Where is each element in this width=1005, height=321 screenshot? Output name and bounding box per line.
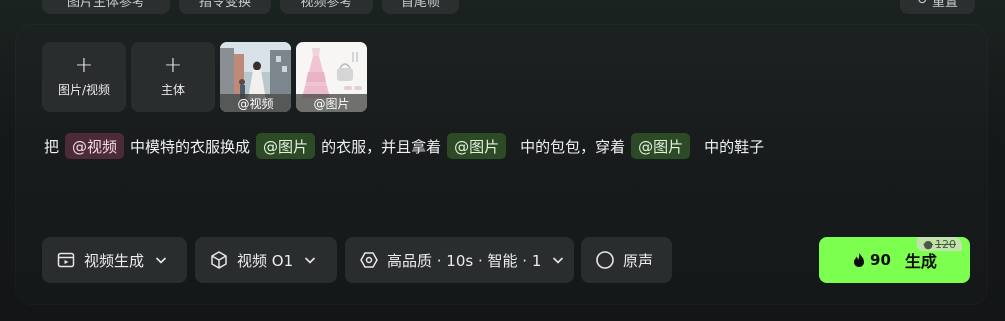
original-audio-toggle[interactable]: 原声: [581, 237, 672, 283]
mode-label: 视频生成: [84, 251, 145, 270]
generate-label: 生成: [904, 252, 937, 271]
radio-icon: [595, 250, 615, 270]
plus-icon: +: [163, 52, 183, 78]
cube-icon: [209, 250, 229, 270]
image-reference-chip[interactable]: @图片: [447, 133, 507, 159]
settings-select[interactable]: 高品质 · 10s · 智能 · 1: [345, 237, 574, 283]
image-reference-chip[interactable]: @图片: [256, 133, 316, 159]
prompt-text: 中模特的衣服换成: [130, 137, 251, 156]
mode-select[interactable]: 视频生成: [42, 237, 187, 283]
video-mode-icon: [56, 250, 76, 270]
generation-panel: + 图片/视频 + 主体 @视频 @图片 把 @视频 中模特的衣服换成 @图片 …: [16, 25, 987, 304]
flame-icon: [852, 252, 866, 268]
settings-hexagon-icon: [359, 250, 379, 270]
image-thumbnail[interactable]: @图片: [296, 42, 367, 112]
video-thumbnail[interactable]: @视频: [220, 42, 291, 112]
generate-button[interactable]: ● 120 90 生成: [819, 237, 970, 283]
chevron-down-icon: [303, 253, 317, 267]
prompt-text: 中的包包，穿着: [520, 137, 626, 156]
add-media-label: 图片/视频: [57, 82, 111, 97]
add-subject-button[interactable]: + 主体: [131, 42, 215, 112]
reset-icon: ↺: [917, 0, 928, 8]
chevron-down-icon: [551, 253, 565, 267]
settings-label: 高品质 · 10s · 智能 · 1: [387, 251, 542, 270]
tab-image-subject-reference[interactable]: 图片主体参考: [42, 0, 170, 14]
flame-icon: ●: [923, 237, 933, 251]
reset-label: 重置: [931, 0, 958, 10]
original-cost-value: 120: [935, 237, 956, 251]
generate-cost: 90: [870, 251, 891, 269]
chevron-down-icon: [154, 253, 168, 267]
image-reference-chip[interactable]: @图片: [631, 133, 691, 159]
image-thumbnail-caption: @图片: [296, 94, 367, 112]
video-reference-chip[interactable]: @视频: [65, 133, 125, 159]
add-subject-label: 主体: [160, 82, 185, 97]
tab-first-last-frame[interactable]: 首尾帧: [382, 0, 459, 14]
prompt-text: 中的鞋子: [704, 137, 765, 156]
prompt-text: 的衣服，并且拿着: [321, 137, 442, 156]
model-label: 视频 O1: [237, 251, 294, 270]
reset-button[interactable]: ↺ 重置: [900, 0, 975, 14]
tab-video-reference[interactable]: 视频参考: [280, 0, 373, 14]
original-cost: ● 120: [917, 237, 962, 251]
prompt-text: 把: [44, 137, 60, 156]
tab-instruction-transform[interactable]: 指令变换: [179, 0, 271, 14]
plus-icon: +: [74, 52, 94, 78]
audio-label: 原声: [623, 251, 654, 270]
video-thumbnail-caption: @视频: [220, 94, 291, 112]
prompt-input[interactable]: 把 @视频 中模特的衣服换成 @图片 的衣服，并且拿着 @图片 中的包包，穿着 …: [42, 132, 766, 160]
model-select[interactable]: 视频 O1: [195, 237, 337, 283]
add-media-button[interactable]: + 图片/视频: [42, 42, 126, 112]
